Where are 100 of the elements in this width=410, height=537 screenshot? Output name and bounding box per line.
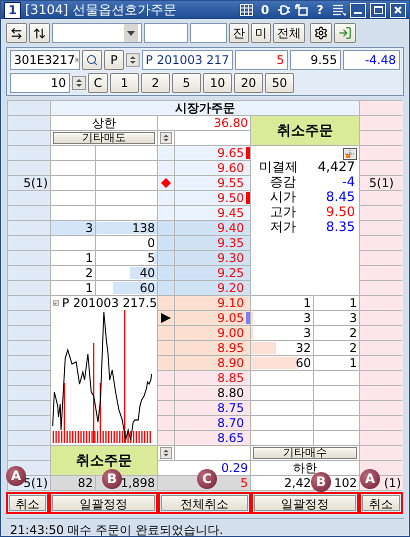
- quantity-preset-button[interactable]: 10: [203, 73, 232, 93]
- cancel-order-button[interactable]: 취소주문: [251, 116, 359, 145]
- account-button[interactable]: 잔: [229, 23, 249, 43]
- title-tool[interactable]: 0: [257, 3, 273, 17]
- upper-limit-price: 36.80: [158, 116, 250, 130]
- action-button[interactable]: 취소: [9, 495, 46, 511]
- upper-limit-label: 상한: [51, 116, 157, 130]
- buy-quantity-bar: [251, 416, 313, 430]
- price-cell[interactable]: 8.70: [175, 416, 250, 430]
- settings-icon: [314, 26, 328, 40]
- table-cell: [8, 341, 50, 355]
- table-cell: [360, 206, 403, 220]
- table-cell: [8, 326, 50, 340]
- price-input[interactable]: [175, 131, 250, 145]
- account-button[interactable]: 전체: [273, 23, 305, 43]
- table-cell: [8, 146, 50, 160]
- price-text: 9.65: [217, 146, 244, 160]
- settings-button[interactable]: [310, 23, 332, 43]
- clear-button[interactable]: C: [88, 73, 108, 93]
- volume-field: 5: [235, 50, 288, 70]
- up-down-arrow-icon: [33, 26, 46, 40]
- column-header: 시장가주문: [51, 101, 359, 115]
- table-cell: [360, 296, 403, 310]
- code-select[interactable]: 301E3217: [10, 50, 80, 70]
- table-cell: [8, 371, 50, 385]
- price-cell[interactable]: 8.80: [175, 386, 250, 400]
- info-label: 시가: [269, 190, 297, 205]
- chart-settings-icon[interactable]: [343, 148, 357, 160]
- quantity-preset-button[interactable]: 5: [172, 73, 201, 93]
- other-buy-button[interactable]: 기타매수: [253, 447, 357, 459]
- table-cell: [8, 311, 50, 325]
- table-cell: [8, 281, 50, 295]
- info-label: 미결제: [259, 160, 299, 175]
- search-button[interactable]: [82, 50, 102, 70]
- info-label: 증감: [269, 175, 297, 190]
- cancel-order-button[interactable]: 취소주문: [51, 446, 157, 475]
- info-value: 8.45: [325, 190, 355, 205]
- buy-quantity: 3: [303, 311, 311, 325]
- price-cell[interactable]: 8.75: [175, 401, 250, 415]
- quantity-preset-button[interactable]: 2: [141, 73, 170, 93]
- code-text: 301E3217: [14, 53, 76, 67]
- exit-button[interactable]: [334, 23, 356, 43]
- price-text: 9.40: [217, 221, 244, 235]
- table-cell: [314, 416, 359, 430]
- table-cell: [360, 221, 403, 235]
- table-cell: [360, 326, 403, 340]
- table-cell: [360, 161, 403, 175]
- price-cell[interactable]: 9.45: [175, 206, 250, 220]
- action-button[interactable]: 취소: [362, 495, 400, 511]
- action-button[interactable]: 일괄정정: [254, 495, 356, 511]
- action-button[interactable]: 전체취소: [161, 495, 248, 511]
- price-cell[interactable]: 9.55: [175, 176, 250, 190]
- table-cell: [360, 251, 403, 265]
- price-cell[interactable]: 9.65: [175, 146, 250, 160]
- table-cell: [8, 221, 50, 235]
- spinner-button[interactable]: [72, 76, 86, 90]
- price-cell[interactable]: 8.65: [175, 431, 250, 445]
- type-button[interactable]: P: [104, 50, 124, 70]
- password-field[interactable]: [190, 23, 227, 43]
- maximize-icon: [374, 6, 382, 14]
- price-input[interactable]: [175, 446, 250, 460]
- price-text: 9.25: [217, 266, 244, 280]
- account-name-field[interactable]: [144, 23, 188, 43]
- price-text: 9.55: [217, 176, 244, 190]
- list-icon[interactable]: [332, 4, 346, 16]
- table-cell: [360, 461, 403, 475]
- spinner-button[interactable]: [160, 131, 172, 145]
- corner-arrow-icon[interactable]: [295, 4, 308, 16]
- account-button[interactable]: 미: [251, 23, 271, 43]
- table-cell: [8, 131, 50, 145]
- quantity-preset-button[interactable]: 1: [110, 73, 139, 93]
- grid-icon[interactable]: [240, 4, 253, 16]
- table-cell: [8, 356, 50, 370]
- table-cell: [8, 386, 50, 400]
- quantity-preset-button[interactable]: 50: [265, 73, 294, 93]
- price-cell[interactable]: 9.60: [175, 161, 250, 175]
- horizontal-resize-button[interactable]: [6, 23, 27, 43]
- buy-quantity-bar: [251, 386, 313, 400]
- quantity-preset-button[interactable]: 20: [234, 73, 263, 93]
- action-button[interactable]: 일괄정정: [52, 495, 155, 511]
- vertical-resize-button[interactable]: [29, 23, 50, 43]
- maximize-button[interactable]: [370, 2, 386, 18]
- minimize-button[interactable]: [350, 2, 366, 18]
- price-text: 8.80: [217, 386, 244, 400]
- table-cell: [8, 416, 50, 430]
- price-text: 9.20: [217, 281, 244, 295]
- price-text: 9.50: [217, 191, 244, 205]
- table-cell: [314, 371, 359, 385]
- quantity-input[interactable]: 10: [10, 73, 70, 93]
- title-tool[interactable]: ?: [312, 3, 328, 17]
- table-cell: [314, 386, 359, 400]
- spinner-button[interactable]: [160, 446, 172, 460]
- spinner-button[interactable]: [126, 53, 140, 67]
- table-cell: [8, 191, 50, 205]
- table-cell: [360, 266, 403, 280]
- close-button[interactable]: [390, 2, 406, 18]
- plug-icon[interactable]: [277, 4, 291, 16]
- price-cell[interactable]: 9.50: [175, 191, 250, 205]
- other-sell-button[interactable]: 기타매도: [53, 132, 155, 144]
- price-text: 8.70: [217, 416, 244, 430]
